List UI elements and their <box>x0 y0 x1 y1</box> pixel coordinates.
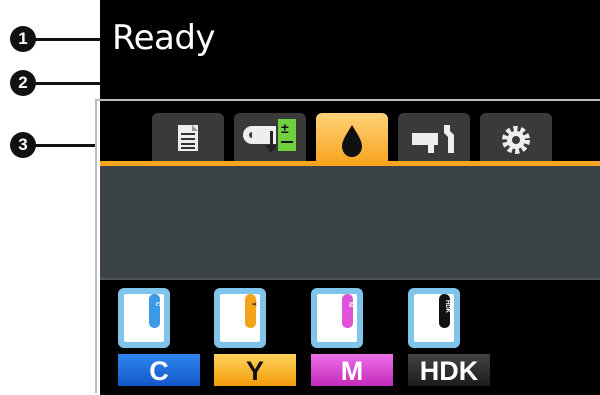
panel-frame-top <box>95 99 600 101</box>
tab-print-queue[interactable] <box>152 113 224 163</box>
message-area <box>100 166 600 278</box>
callout-1: 1 <box>10 26 36 52</box>
tab-maintenance[interactable] <box>398 113 470 163</box>
ink-level-m: M <box>342 294 353 328</box>
ink-label-c: C <box>118 354 200 386</box>
paper-feed-adjust-icon: ± <box>243 119 296 153</box>
print-queue-icon <box>178 125 198 151</box>
maintenance-icon <box>412 125 454 153</box>
callout-2: 2 <box>10 70 36 96</box>
ink-level-c: C <box>149 294 160 328</box>
ink-cartridge-hdk: HDK <box>408 288 460 348</box>
ink-level-hdk: HDK <box>439 294 450 328</box>
callout-3-leader <box>34 144 96 147</box>
ink-cartridge-c: C <box>118 288 170 348</box>
ink-level-y: Y <box>245 294 256 328</box>
tab-ink[interactable] <box>316 113 388 163</box>
callout-1-leader <box>34 38 110 41</box>
ink-cartridge-m: M <box>311 288 363 348</box>
callout-3: 3 <box>10 132 36 158</box>
gear-icon <box>502 126 530 154</box>
ink-label-hdk: HDK <box>408 354 490 386</box>
ink-label-m: M <box>311 354 393 386</box>
svg-text:±: ± <box>281 120 289 136</box>
tab-settings[interactable] <box>480 113 552 163</box>
ink-cartridge-y: Y <box>214 288 266 348</box>
ink-label-y: Y <box>214 354 296 386</box>
tab-paper-feed-adjust[interactable]: ± <box>234 113 306 163</box>
panel-frame-left <box>95 99 97 393</box>
ink-drop-icon <box>342 125 362 157</box>
status-text: Ready <box>112 18 216 58</box>
